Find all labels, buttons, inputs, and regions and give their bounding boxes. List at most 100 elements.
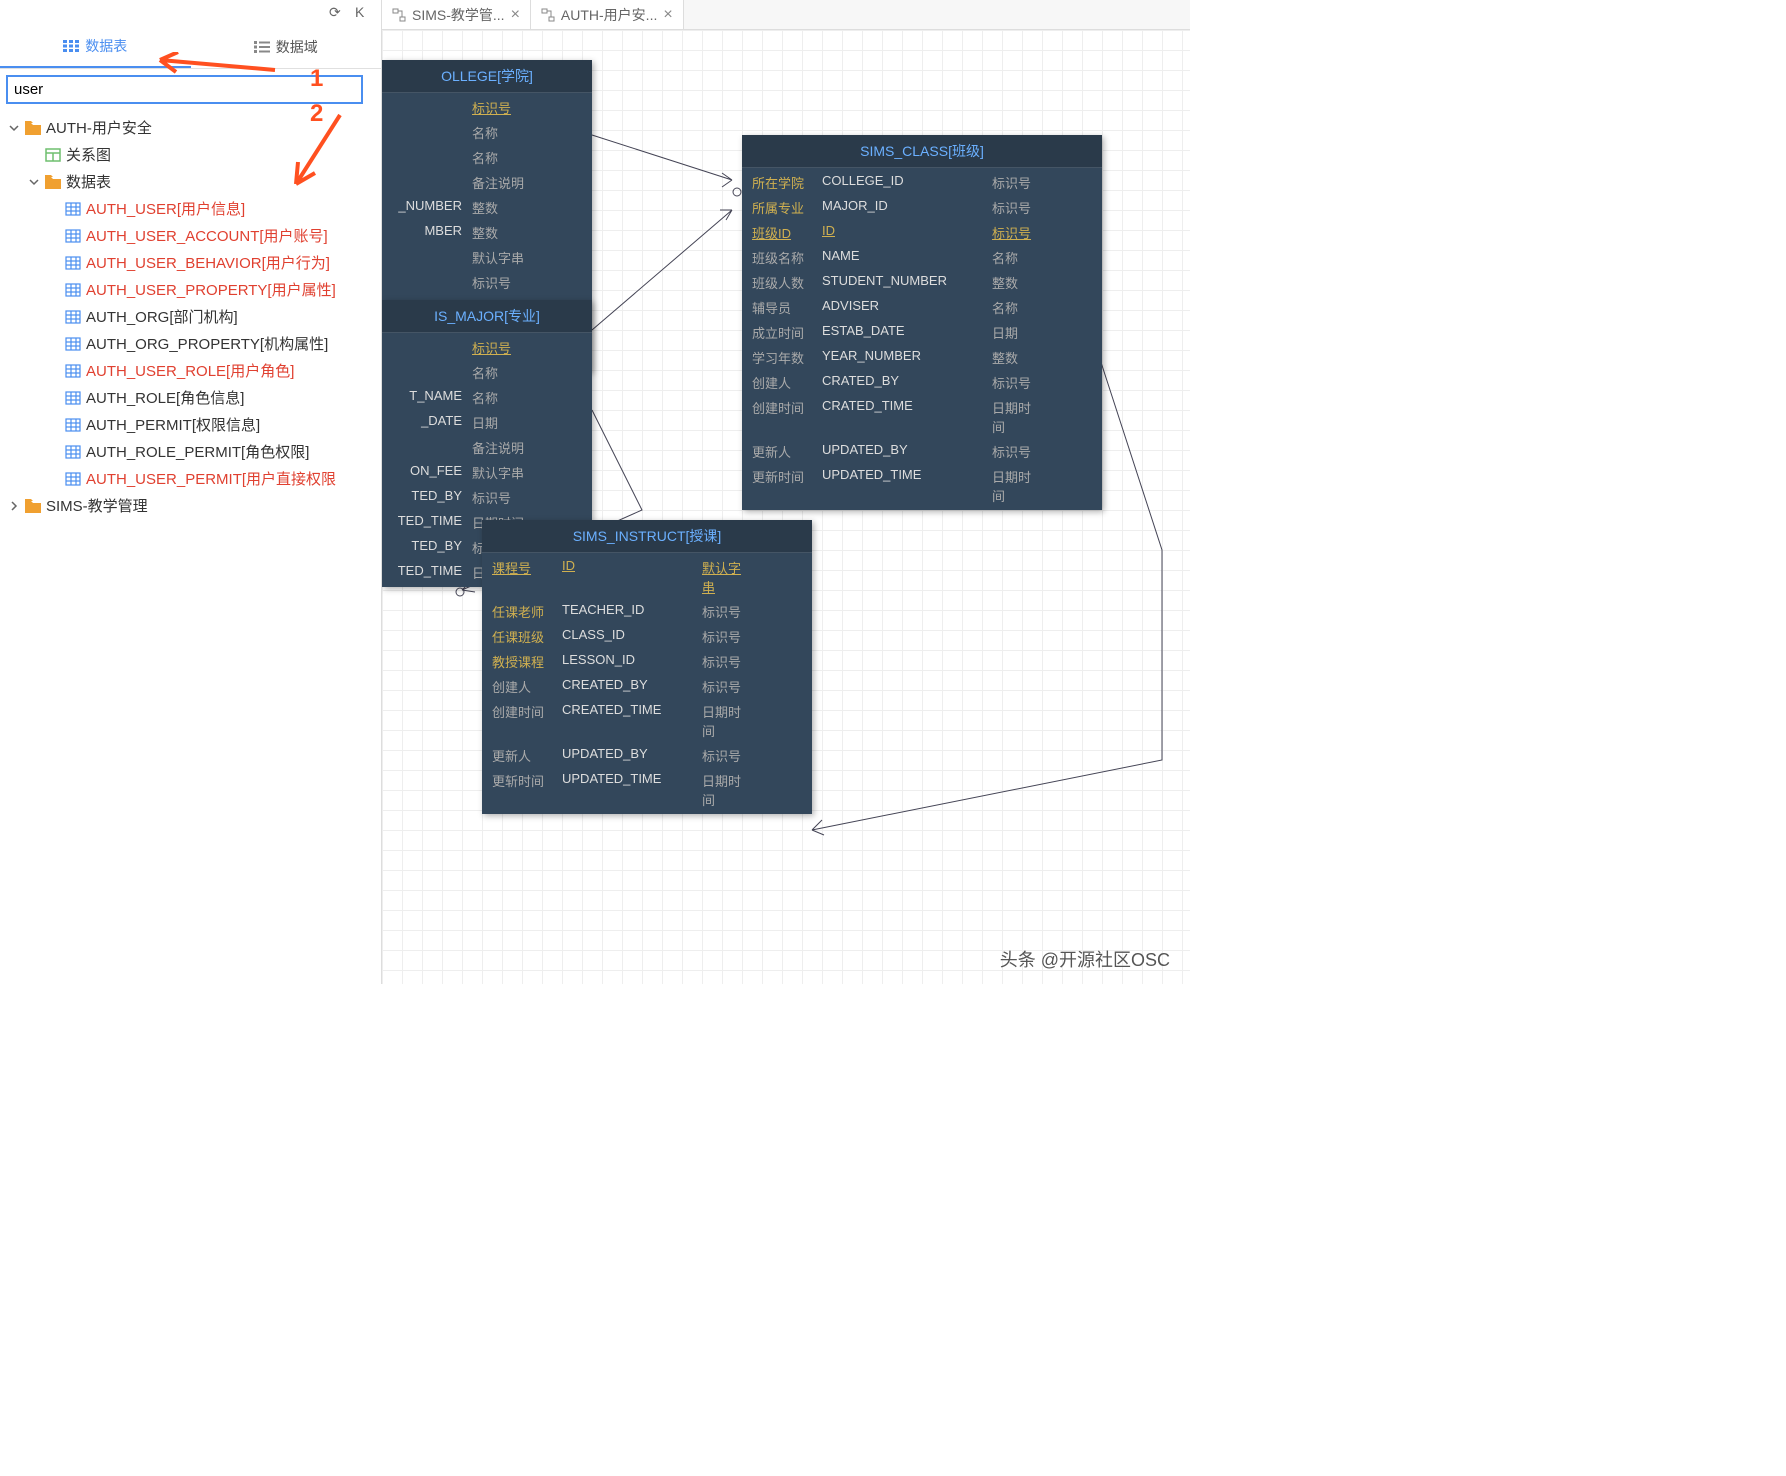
close-icon[interactable]: × <box>663 6 672 24</box>
close-icon[interactable]: × <box>511 6 520 24</box>
tab-label: 数据域 <box>276 37 318 57</box>
table-icon <box>65 418 81 432</box>
entity-row: 教授课程LESSON_ID标识号 <box>482 649 812 674</box>
tree-table-item[interactable]: AUTH_ORG[部门机构] <box>0 303 381 330</box>
tree-label: SIMS-教学管理 <box>46 495 148 516</box>
entity-row: 课程号ID默认字串 <box>482 555 812 599</box>
entity-row: 所属专业MAJOR_ID标识号 <box>742 195 1102 220</box>
keyboard-icon[interactable]: K <box>355 4 373 22</box>
table-icon <box>65 310 81 324</box>
entity-row: 默认字串 <box>382 245 592 270</box>
tree-node-sims[interactable]: SIMS-教学管理 <box>0 492 381 519</box>
folder-icon <box>25 121 41 135</box>
entity-row: 名称 <box>382 360 592 385</box>
entity-row: T_NAME名称 <box>382 385 592 410</box>
tab-label: 数据表 <box>85 36 127 56</box>
entity-row: 创建时间CRATED_TIME日期时间 <box>742 395 1102 439</box>
entity-row: 班级IDID标识号 <box>742 220 1102 245</box>
folder-icon <box>45 175 61 189</box>
tree-label: AUTH_USER[用户信息] <box>86 198 245 219</box>
tree-label: AUTH_ROLE[角色信息] <box>86 387 244 408</box>
sidebar-toolbar: ⟳ K <box>0 0 381 26</box>
entity-row: 辅导员ADVISER名称 <box>742 295 1102 320</box>
editor-tab[interactable]: SIMS-教学管... × <box>382 0 531 29</box>
table-icon <box>65 391 81 405</box>
chevron-right-icon <box>8 500 20 512</box>
entity-row: _NUMBER整数 <box>382 195 592 220</box>
table-icon <box>65 256 81 270</box>
entity-row: 创建人CREATED_BY标识号 <box>482 674 812 699</box>
chevron-down-icon <box>28 176 40 188</box>
entity-row: 所在学院COLLEGE_ID标识号 <box>742 170 1102 195</box>
tree-label: 关系图 <box>66 144 111 165</box>
tree-label: AUTH_USER_PROPERTY[用户属性] <box>86 279 336 300</box>
tree-label: AUTH_ORG_PROPERTY[机构属性] <box>86 333 328 354</box>
erd-icon <box>541 8 555 22</box>
tree-label: AUTH_USER_PERMIT[用户直接权限 <box>86 468 336 489</box>
table-icon <box>65 364 81 378</box>
tree-label: AUTH_ROLE_PERMIT[角色权限] <box>86 441 309 462</box>
tree-table-item[interactable]: AUTH_USER_PROPERTY[用户属性] <box>0 276 381 303</box>
tree-table-item[interactable]: AUTH_USER_ROLE[用户角色] <box>0 357 381 384</box>
entity-row: 任课老师TEACHER_ID标识号 <box>482 599 812 624</box>
entity-row: 班级名称NAME名称 <box>742 245 1102 270</box>
tree-table-item[interactable]: AUTH_PERMIT[权限信息] <box>0 411 381 438</box>
entity-title: SIMS_CLASS[班级] <box>742 135 1102 168</box>
entity-row: 标识号 <box>382 335 592 360</box>
table-icon <box>65 445 81 459</box>
entity-title: IS_MAJOR[专业] <box>382 300 592 333</box>
diagram-canvas[interactable]: OLLEGE[学院] 标识号名称名称备注说明_NUMBER整数MBER整数默认字… <box>382 30 1190 984</box>
entity-row: 标识号 <box>382 95 592 120</box>
editor-tabs: SIMS-教学管... × AUTH-用户安... × <box>382 0 1190 30</box>
table-icon <box>65 283 81 297</box>
entity-instruct[interactable]: SIMS_INSTRUCT[授课] 课程号ID默认字串任课老师TEACHER_I… <box>482 520 812 814</box>
watermark: 头条 @开源社区OSC <box>1000 946 1170 972</box>
annotation-label-2: 2 <box>310 100 323 128</box>
tree-table-item[interactable]: AUTH_USER_ACCOUNT[用户账号] <box>0 222 381 249</box>
entity-row: 成立时间ESTAB_DATE日期 <box>742 320 1102 345</box>
main-area: SIMS-教学管... × AUTH-用户安... × OLLEGE[学院] 标… <box>382 0 1190 984</box>
refresh-icon[interactable]: ⟳ <box>329 4 347 22</box>
tree-label: AUTH_USER_BEHAVIOR[用户行为] <box>86 252 330 273</box>
entity-class[interactable]: SIMS_CLASS[班级] 所在学院COLLEGE_ID标识号所属专业MAJO… <box>742 135 1102 510</box>
tab-label: SIMS-教学管... <box>412 5 505 25</box>
tree-label: AUTH_ORG[部门机构] <box>86 306 238 327</box>
erd-icon <box>392 8 406 22</box>
tree-label: AUTH-用户安全 <box>46 117 152 138</box>
diagram-icon <box>45 148 61 162</box>
entity-title: SIMS_INSTRUCT[授课] <box>482 520 812 553</box>
editor-tab[interactable]: AUTH-用户安... × <box>531 0 684 29</box>
tree-table-item[interactable]: AUTH_USER_PERMIT[用户直接权限 <box>0 465 381 492</box>
tree-label: AUTH_USER_ROLE[用户角色] <box>86 360 294 381</box>
entity-row: 班级人数STUDENT_NUMBER整数 <box>742 270 1102 295</box>
tree-table-item[interactable]: AUTH_ORG_PROPERTY[机构属性] <box>0 330 381 357</box>
tree-label: AUTH_USER_ACCOUNT[用户账号] <box>86 225 328 246</box>
entity-row: 标识号 <box>382 270 592 295</box>
entity-row: MBER整数 <box>382 220 592 245</box>
table-icon <box>65 472 81 486</box>
tree-table-item[interactable]: AUTH_USER_BEHAVIOR[用户行为] <box>0 249 381 276</box>
table-icon <box>65 202 81 216</box>
annotation-label-1: 1 <box>310 65 323 93</box>
tab-label: AUTH-用户安... <box>561 5 657 25</box>
tree-label: AUTH_PERMIT[权限信息] <box>86 414 260 435</box>
entity-row: 备注说明 <box>382 435 592 460</box>
annotation-arrow-1 <box>150 52 280 82</box>
grid-icon <box>63 40 79 52</box>
tree-table-item[interactable]: AUTH_ROLE_PERMIT[角色权限] <box>0 438 381 465</box>
tree-table-item[interactable]: AUTH_ROLE[角色信息] <box>0 384 381 411</box>
entity-row: 更新人UPDATED_BY标识号 <box>742 439 1102 464</box>
entity-row: 更新时间UPDATED_TIME日期时间 <box>742 464 1102 508</box>
entity-row: TED_BY标识号 <box>382 485 592 510</box>
entity-row: 更斩时间UPDATED_TIME日期时间 <box>482 768 812 812</box>
entity-row: 创建人CRATED_BY标识号 <box>742 370 1102 395</box>
entity-row: ON_FEE默认字串 <box>382 460 592 485</box>
entity-row: 更新人UPDATED_BY标识号 <box>482 743 812 768</box>
tree-label: 数据表 <box>66 171 111 192</box>
entity-row: 创建时间CREATED_TIME日期时间 <box>482 699 812 743</box>
entity-row: 学习年数YEAR_NUMBER整数 <box>742 345 1102 370</box>
tree-table-item[interactable]: AUTH_USER[用户信息] <box>0 195 381 222</box>
entity-title: OLLEGE[学院] <box>382 60 592 93</box>
folder-icon <box>25 499 41 513</box>
entity-row: _DATE日期 <box>382 410 592 435</box>
